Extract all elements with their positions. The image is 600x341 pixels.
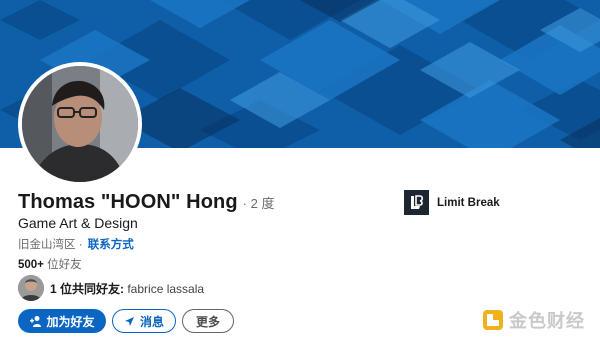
profile-location: 旧金山湾区 · xyxy=(18,239,83,251)
connect-button-label: 加为好友 xyxy=(46,314,95,329)
contact-info-link[interactable]: 联系方式 xyxy=(88,239,134,251)
profile-avatar[interactable] xyxy=(18,62,142,186)
watermark: 金色财经 xyxy=(482,307,585,333)
connections-count[interactable]: 500+ 位好友 xyxy=(18,256,82,272)
mutual-connections-text: 1 位共同好友: fabrice lassala xyxy=(50,280,204,297)
profile-name: Thomas "HOON" Hong xyxy=(18,191,238,213)
mutual-connections[interactable]: 1 位共同好友: fabrice lassala xyxy=(18,275,204,301)
message-button[interactable]: 消息 xyxy=(112,309,176,333)
mutual-connection-avatar xyxy=(18,275,44,301)
profile-headline: Game Art & Design xyxy=(18,215,138,231)
send-icon xyxy=(124,316,135,327)
company-name: Limit Break xyxy=(437,196,500,209)
limit-break-logo xyxy=(404,190,429,215)
more-button[interactable]: 更多 xyxy=(182,309,234,333)
watermark-text: 金色财经 xyxy=(509,311,585,331)
mutual-count: 1 位共同好友: xyxy=(50,281,125,296)
location-row: 旧金山湾区 · 联系方式 xyxy=(18,236,134,252)
more-button-label: 更多 xyxy=(195,314,220,329)
mutual-names: fabrice lassala xyxy=(124,281,205,296)
connect-button[interactable]: 加为好友 xyxy=(18,309,106,333)
mutual-avatar-photo xyxy=(18,275,44,301)
message-button-label: 消息 xyxy=(140,314,165,329)
current-company[interactable]: Limit Break xyxy=(404,190,500,215)
golden-finance-logo xyxy=(483,310,503,330)
connections-label: 位好友 xyxy=(43,259,82,271)
add-person-icon xyxy=(29,315,42,327)
connections-number: 500+ xyxy=(18,259,44,271)
profile-actions: 加为好友 消息 更多 xyxy=(18,309,234,333)
connection-degree: · 2 度 xyxy=(242,196,275,211)
profile-photo xyxy=(22,66,138,182)
